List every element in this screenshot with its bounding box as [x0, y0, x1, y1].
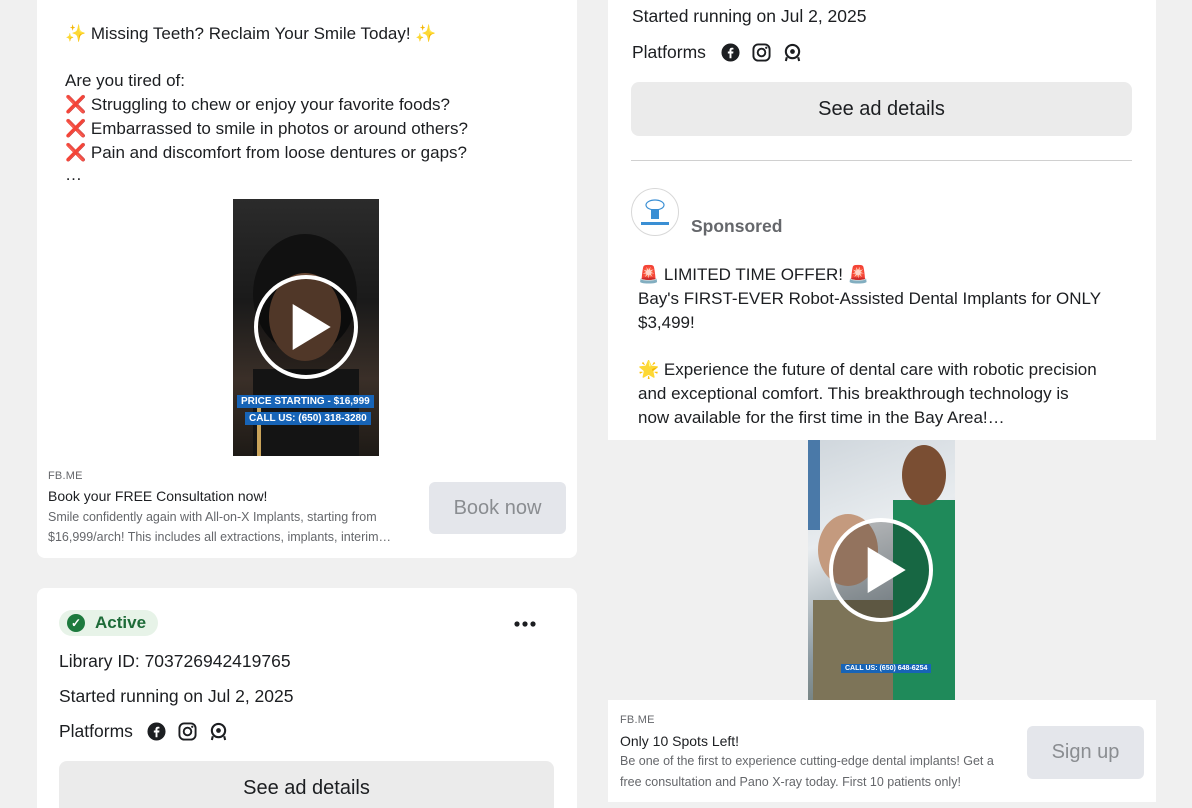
advertiser-logo	[641, 199, 669, 225]
video-caption: CALL US: (650) 648-6254	[841, 664, 932, 673]
status-badge-label: Active	[95, 613, 147, 632]
status-badge: ✓ Active	[59, 610, 159, 636]
sign-up-button[interactable]: Sign up	[1027, 726, 1144, 779]
instagram-icon	[178, 722, 197, 741]
divider	[631, 160, 1132, 161]
ad-card-left: ✨ Missing Teeth? Reclaim Your Smile Toda…	[37, 0, 577, 558]
link-title[interactable]: Only 10 Spots Left!	[620, 733, 739, 749]
ad-body-line: and exceptional comfort. This breakthrou…	[638, 384, 1069, 403]
see-ad-details-button[interactable]: See ad details	[59, 761, 554, 808]
ad-body-line: $3,499!	[638, 313, 695, 332]
audience-network-icon	[784, 43, 801, 62]
check-icon: ✓	[67, 614, 85, 632]
started-running: Started running on Jul 2, 2025	[59, 686, 294, 706]
ad-body-line: 🌟 Experience the future of dental care w…	[638, 360, 1097, 379]
more-dots-icon[interactable]	[514, 621, 536, 627]
link-description: free consultation and Pano X-ray today. …	[620, 775, 961, 789]
link-card-right: FB.ME Only 10 Spots Left! Be one of the …	[608, 700, 1156, 802]
platforms-label: Platforms	[59, 721, 133, 741]
ad-body-line: ❌ Pain and discomfort from loose denture…	[65, 143, 467, 162]
ad-body-line: now available for the first time in the …	[638, 408, 1005, 427]
library-id: Library ID: 703726942419765	[59, 651, 291, 671]
play-icon[interactable]	[829, 518, 933, 622]
audience-network-icon	[210, 722, 227, 741]
ad-video[interactable]: CALL US: (650) 648-6254	[808, 440, 955, 700]
sponsored-label: Sponsored	[691, 216, 783, 236]
platform-icons	[721, 43, 802, 62]
link-title[interactable]: Book your FREE Consultation now!	[48, 488, 267, 504]
platform-icons	[147, 722, 228, 741]
instagram-icon	[752, 43, 771, 62]
link-description: Be one of the first to experience cuttin…	[620, 754, 994, 768]
ad-body-line: ✨ Missing Teeth? Reclaim Your Smile Toda…	[65, 24, 437, 43]
ad-body-line: ❌ Embarrassed to smile in photos or arou…	[65, 119, 468, 138]
platforms-label: Platforms	[632, 42, 706, 62]
started-running: Started running on Jul 2, 2025	[632, 6, 867, 26]
facebook-icon	[147, 722, 166, 741]
ad-body-line: Are you tired of:	[65, 71, 186, 90]
play-icon[interactable]	[254, 275, 358, 379]
book-now-button[interactable]: Book now	[429, 482, 566, 534]
link-source: FB.ME	[48, 470, 83, 482]
ad-body-ellipsis: …	[65, 165, 82, 184]
link-source: FB.ME	[620, 714, 655, 726]
ad-body-line: 🚨 LIMITED TIME OFFER! 🚨	[638, 265, 869, 284]
ad-body-line: Bay's FIRST-EVER Robot-Assisted Dental I…	[638, 289, 1102, 308]
see-ad-details-button[interactable]: See ad details	[631, 82, 1132, 136]
ad-video[interactable]: PRICE STARTING - $16,999 CALL US: (650) …	[233, 199, 379, 456]
facebook-icon	[721, 43, 740, 62]
ad-status-card: ✓ Active Library ID: 703726942419765 Sta…	[37, 588, 577, 808]
link-description: $16,999/arch! This includes all extracti…	[48, 530, 391, 544]
video-caption: CALL US: (650) 318-3280	[245, 412, 371, 425]
link-description: Smile confidently again with All-on-X Im…	[48, 510, 377, 524]
ad-card-right: Started running on Jul 2, 2025 Platforms…	[608, 0, 1156, 440]
ad-body-line: ❌ Struggling to chew or enjoy your favor…	[65, 95, 450, 114]
advertiser-avatar[interactable]	[631, 188, 679, 236]
video-caption: PRICE STARTING - $16,999	[237, 395, 374, 408]
